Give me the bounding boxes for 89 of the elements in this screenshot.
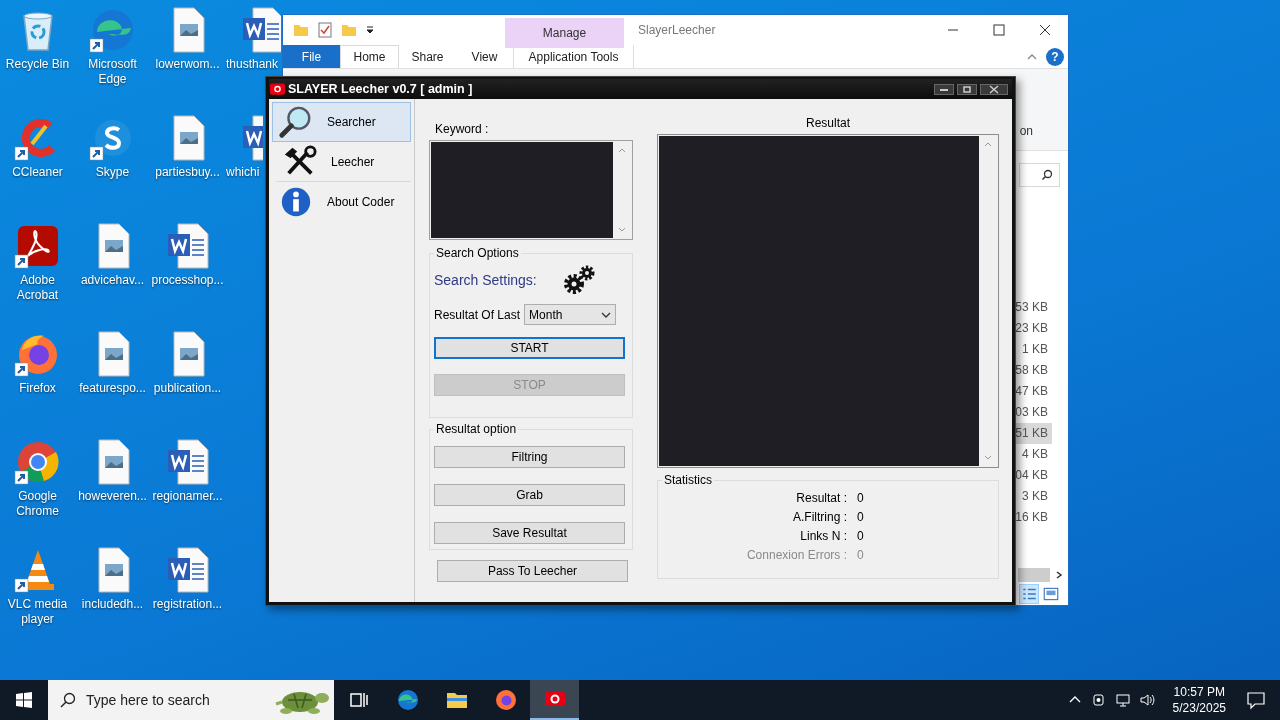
file-size[interactable]: 23 KB	[1014, 318, 1052, 339]
icon-label: processhop...	[151, 273, 224, 288]
stat-value: 0	[857, 529, 865, 543]
network-icon[interactable]	[1114, 692, 1131, 708]
stat-value: 0	[857, 510, 865, 524]
file-size[interactable]: 04 KB	[1014, 465, 1052, 486]
icon-label: Skype	[95, 165, 130, 180]
search-field[interactable]	[1019, 163, 1060, 187]
notification-icon[interactable]	[1246, 690, 1266, 710]
icon-label: Firefox	[19, 381, 56, 396]
search-icon	[279, 105, 313, 139]
close-icon[interactable]	[980, 83, 1008, 95]
stat-value: 0	[857, 548, 865, 562]
stat-label: Connexion Errors :	[745, 548, 847, 562]
action-button[interactable]: START	[434, 337, 625, 359]
search-field[interactable]: Type here to search	[48, 680, 334, 720]
settings-label: Search Settings:	[434, 272, 537, 288]
maximize-icon[interactable]	[957, 83, 977, 95]
search-icon	[1041, 169, 1053, 181]
period-dropdown[interactable]: Month	[524, 304, 617, 325]
nav-item[interactable]: Leecher	[276, 142, 411, 182]
info-icon	[279, 185, 313, 219]
icon-label: lowerwom...	[155, 57, 220, 72]
icon-label: Microsoft Edge	[87, 57, 138, 87]
icon-label: thusthank	[226, 57, 279, 72]
icon-label: VLC media player	[6, 597, 69, 627]
icon-label: howeveren...	[78, 489, 147, 504]
clock[interactable]: 10:57 PM 5/23/2025	[1172, 684, 1226, 716]
action-button[interactable]: Grab	[434, 484, 625, 506]
nav-item[interactable]: Searcher	[272, 102, 411, 142]
window-title: SlayerLeecher	[638, 23, 716, 37]
start-icon[interactable]	[16, 692, 32, 708]
dropdown-icon[interactable]	[365, 25, 375, 35]
group-title: Resultat option	[435, 422, 518, 436]
stat-value: 0	[857, 491, 865, 505]
icon-label: partiesbuy...	[155, 165, 220, 180]
details-view-icon[interactable]	[1020, 585, 1038, 603]
group-title: Search Options	[435, 246, 520, 260]
ribbon-tab[interactable]: Application Tools	[513, 45, 634, 68]
scroll-right-icon[interactable]	[1054, 570, 1064, 580]
action-button[interactable]: Save Resultat	[434, 522, 625, 544]
help-button[interactable]: ?	[1046, 47, 1064, 66]
icon-label: whichi	[226, 165, 260, 180]
icon-label: registration...	[152, 597, 223, 612]
context-tab-header: Manage	[505, 18, 624, 48]
file-size[interactable]: 53 KB	[1014, 297, 1052, 318]
ribbon-label: on	[1019, 124, 1033, 138]
icon-label: featurespo...	[79, 381, 146, 396]
nav-item[interactable]: About Coder	[272, 182, 411, 222]
flag-icon	[270, 83, 285, 95]
stat-label: Links N :	[799, 529, 847, 543]
ribbon-tab[interactable]: File	[283, 45, 340, 68]
group-title: Statistics	[663, 473, 713, 487]
icon-label: publication...	[153, 381, 222, 396]
file-size[interactable]: 4 KB	[1021, 444, 1052, 465]
icon-label: Recycle Bin	[5, 57, 70, 72]
pass-button[interactable]: Pass To Leecher	[437, 560, 628, 582]
app-icon[interactable]	[530, 680, 579, 720]
keyword-label: Keyword :	[434, 122, 490, 137]
scrollbar-thumb[interactable]	[1018, 568, 1050, 582]
icon-label: Adobe Acrobat	[15, 273, 60, 303]
ribbon-tab[interactable]: Home	[340, 45, 399, 68]
thumbnail-view-icon[interactable]	[1042, 585, 1060, 603]
stat-label: A.Filtring :	[792, 510, 847, 524]
file-size[interactable]: 3 KB	[1021, 486, 1052, 507]
action-button[interactable]: Filtring	[434, 446, 625, 468]
chevron-down-icon	[601, 310, 612, 319]
icon-label: regionamer...	[152, 489, 223, 504]
camera-icon[interactable]	[1090, 692, 1107, 708]
icon-label: Google Chrome	[15, 489, 60, 519]
file-size[interactable]: 47 KB	[1014, 381, 1052, 402]
file-size[interactable]: 03 KB	[1014, 402, 1052, 423]
file-size[interactable]: 58 KB	[1014, 360, 1052, 381]
file-size[interactable]: 16 KB	[1014, 507, 1052, 528]
icon-label: includedh...	[81, 597, 144, 612]
selected-row[interactable]: 51 KB	[1014, 423, 1052, 444]
window-title: SLAYER Leecher v0.7 [ admin ]	[288, 82, 473, 96]
file-size[interactable]: 1 KB	[1021, 339, 1052, 360]
period-label: Resultat Of Last	[434, 307, 521, 322]
stat-label: Resultat :	[795, 491, 847, 505]
volume-icon[interactable]	[1138, 692, 1155, 708]
checklist-icon[interactable]	[317, 22, 333, 38]
ribbon-tab[interactable]: Share	[399, 45, 456, 68]
results-title: Resultat	[805, 116, 851, 131]
ribbon-tab[interactable]: View	[456, 45, 513, 68]
icon-label: advicehav...	[80, 273, 145, 288]
search-icon	[60, 692, 76, 708]
minimize-icon[interactable]	[934, 83, 954, 95]
icon-label: CCleaner	[12, 165, 63, 180]
